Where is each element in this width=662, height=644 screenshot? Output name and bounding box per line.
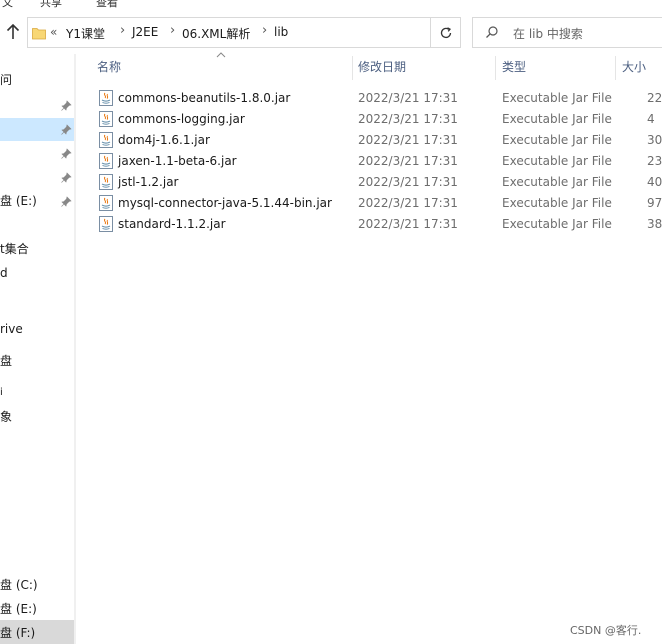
file-row[interactable]: commons-logging.jar 2022/3/21 17:31 Exec… bbox=[80, 109, 662, 130]
refresh-button[interactable] bbox=[430, 17, 461, 48]
file-type: Executable Jar File bbox=[502, 112, 612, 126]
file-type: Executable Jar File bbox=[502, 91, 612, 105]
nav-item-onedrive[interactable]: rive bbox=[0, 318, 23, 340]
nav-item-drive-f[interactable]: 盘 (F:) bbox=[0, 622, 35, 644]
file-size: 40 bbox=[647, 175, 662, 189]
file-size: 23 bbox=[647, 154, 662, 168]
breadcrumb-separator-icon[interactable]: › bbox=[262, 23, 267, 38]
nav-item-d[interactable]: d bbox=[0, 262, 8, 284]
column-divider[interactable] bbox=[352, 56, 353, 80]
ribbon-tab-fragment[interactable]: 文 bbox=[2, 0, 13, 9]
nav-scrollbar[interactable] bbox=[74, 54, 76, 644]
breadcrumb-y1[interactable]: Y1课堂 bbox=[66, 25, 105, 42]
file-size: 4 bbox=[647, 112, 655, 126]
ribbon-tab-view[interactable]: 查看 bbox=[96, 0, 118, 9]
java-jar-icon bbox=[99, 174, 113, 190]
file-name: commons-beanutils-1.8.0.jar bbox=[118, 91, 291, 105]
column-header-size[interactable]: 大小 bbox=[622, 54, 646, 80]
file-row[interactable]: standard-1.1.2.jar 2022/3/21 17:31 Execu… bbox=[80, 214, 662, 235]
nav-item-drive-e-2[interactable]: 盘 (E:) bbox=[0, 598, 37, 620]
breadcrumb-separator-icon[interactable]: › bbox=[170, 23, 175, 38]
nav-item-collection[interactable]: t集合 bbox=[0, 238, 29, 260]
file-date: 2022/3/21 17:31 bbox=[358, 217, 458, 231]
file-type: Executable Jar File bbox=[502, 217, 612, 231]
column-header-date[interactable]: 修改日期 bbox=[358, 54, 406, 80]
breadcrumb-xml[interactable]: 06.XML解析 bbox=[182, 25, 250, 42]
up-button[interactable] bbox=[3, 21, 23, 43]
pin-icon[interactable] bbox=[61, 124, 72, 135]
file-date: 2022/3/21 17:31 bbox=[358, 196, 458, 210]
file-row[interactable]: jaxen-1.1-beta-6.jar 2022/3/21 17:31 Exe… bbox=[80, 151, 662, 172]
file-row[interactable]: mysql-connector-java-5.1.44-bin.jar 2022… bbox=[80, 193, 662, 214]
sort-ascending-icon bbox=[216, 52, 226, 58]
pin-icon[interactable] bbox=[61, 172, 72, 183]
file-row[interactable]: jstl-1.2.jar 2022/3/21 17:31 Executable … bbox=[80, 172, 662, 193]
file-size: 38 bbox=[647, 217, 662, 231]
file-date: 2022/3/21 17:31 bbox=[358, 175, 458, 189]
nav-item-netdisk[interactable]: 盘 bbox=[0, 350, 12, 372]
search-icon bbox=[486, 26, 498, 38]
java-jar-icon bbox=[99, 111, 113, 127]
column-divider[interactable] bbox=[615, 56, 616, 80]
nav-item-drive-e[interactable]: 盘 (E:) bbox=[0, 190, 37, 212]
file-name: mysql-connector-java-5.1.44-bin.jar bbox=[118, 196, 332, 210]
file-name: standard-1.1.2.jar bbox=[118, 217, 226, 231]
arrow-up-icon bbox=[6, 24, 20, 39]
column-header-name[interactable]: 名称 bbox=[97, 54, 121, 80]
column-header-type[interactable]: 类型 bbox=[502, 54, 526, 80]
file-type: Executable Jar File bbox=[502, 175, 612, 189]
java-jar-icon bbox=[99, 90, 113, 106]
file-name: commons-logging.jar bbox=[118, 112, 245, 126]
java-jar-icon bbox=[99, 132, 113, 148]
address-bar[interactable]: « Y1课堂 › J2EE › 06.XML解析 › lib bbox=[27, 17, 461, 48]
nav-item-fragment[interactable]: i bbox=[0, 382, 3, 404]
file-row[interactable]: commons-beanutils-1.8.0.jar 2022/3/21 17… bbox=[80, 88, 662, 109]
nav-item-drive-c[interactable]: 盘 (C:) bbox=[0, 574, 38, 596]
file-date: 2022/3/21 17:31 bbox=[358, 133, 458, 147]
search-box[interactable]: 在 lib 中搜索 bbox=[472, 17, 662, 48]
search-placeholder: 在 lib 中搜索 bbox=[513, 27, 583, 41]
file-name: jaxen-1.1-beta-6.jar bbox=[118, 154, 237, 168]
java-jar-icon bbox=[99, 216, 113, 232]
ribbon-tab-share[interactable]: 共享 bbox=[40, 0, 62, 9]
navigation-pane: 问 盘 (E:) t集合 d rive 盘 i 象 盘 (C:) 盘 (E:) … bbox=[0, 54, 76, 644]
pin-icon[interactable] bbox=[61, 148, 72, 159]
pin-icon[interactable] bbox=[61, 100, 72, 111]
file-type: Executable Jar File bbox=[502, 154, 612, 168]
folder-icon bbox=[32, 28, 46, 40]
file-size: 30 bbox=[647, 133, 662, 147]
file-type: Executable Jar File bbox=[502, 133, 612, 147]
file-date: 2022/3/21 17:31 bbox=[358, 154, 458, 168]
breadcrumb-j2ee[interactable]: J2EE bbox=[132, 25, 158, 39]
file-row[interactable]: dom4j-1.6.1.jar 2022/3/21 17:31 Executab… bbox=[80, 130, 662, 151]
file-name: jstl-1.2.jar bbox=[118, 175, 179, 189]
file-size: 22 bbox=[647, 91, 662, 105]
column-divider[interactable] bbox=[495, 56, 496, 80]
ribbon-tabs-remnant: 文 共享 查看 bbox=[0, 0, 662, 9]
pin-icon[interactable] bbox=[61, 196, 72, 207]
breadcrumb-separator-icon[interactable]: › bbox=[120, 23, 125, 38]
java-jar-icon bbox=[99, 153, 113, 169]
address-overflow-chevron[interactable]: « bbox=[50, 25, 57, 39]
file-name: dom4j-1.6.1.jar bbox=[118, 133, 210, 147]
watermark: CSDN @客行. bbox=[570, 624, 642, 637]
breadcrumb-lib[interactable]: lib bbox=[274, 25, 288, 39]
nav-item-3d-objects[interactable]: 象 bbox=[0, 406, 12, 428]
file-type: Executable Jar File bbox=[502, 196, 612, 210]
file-size: 97 bbox=[647, 196, 662, 210]
nav-item-quick-access[interactable]: 问 bbox=[0, 69, 12, 91]
refresh-icon bbox=[440, 26, 451, 38]
navigation-bar: « Y1课堂 › J2EE › 06.XML解析 › lib 在 lib 中搜索 bbox=[0, 9, 662, 54]
java-jar-icon bbox=[99, 195, 113, 211]
file-date: 2022/3/21 17:31 bbox=[358, 112, 458, 126]
file-date: 2022/3/21 17:31 bbox=[358, 91, 458, 105]
